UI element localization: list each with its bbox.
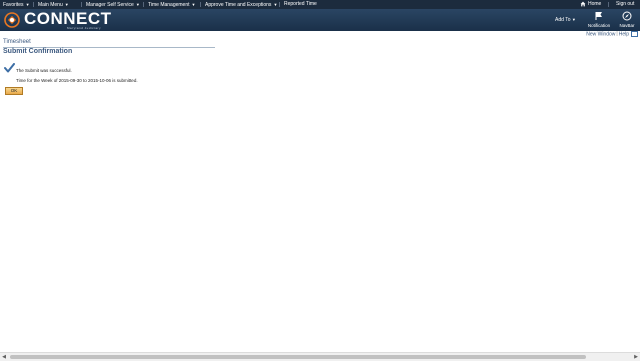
help-link[interactable]: Help	[619, 31, 629, 37]
chevron-down-icon: ▼	[191, 2, 196, 7]
submission-detail: Time for the Week of 2015-09-30 to 2015-…	[16, 78, 138, 83]
success-message: The Submit was successful.	[16, 68, 72, 73]
link-separator: |	[616, 31, 618, 38]
menu-reported-time[interactable]: Reported Time	[284, 0, 317, 9]
menu-divider	[81, 2, 82, 7]
checkmark-icon	[4, 63, 15, 73]
top-menu-bar: Favorites ▼ Main Menu ▼ Manager Self Servi…	[0, 0, 640, 9]
page-title: Timesheet	[3, 39, 31, 45]
chevron-down-icon: ▼	[273, 2, 278, 7]
utility-links: New Window|Help	[586, 31, 638, 37]
signout-link[interactable]: Sign out	[616, 0, 634, 9]
compass-icon	[622, 11, 632, 21]
notification-button[interactable]: Notification	[585, 11, 613, 28]
add-to-menu[interactable]: Add To ▼	[555, 17, 576, 23]
header-banner: CONNECT Maryland Judiciary Add To ▼ Noti…	[0, 9, 640, 31]
chevron-down-icon: ▼	[571, 17, 576, 22]
home-link[interactable]: Home	[580, 0, 601, 9]
chevron-down-icon: ▼	[64, 2, 69, 7]
new-window-link[interactable]: New Window	[586, 31, 615, 37]
ok-button[interactable]: OK	[5, 87, 23, 95]
home-icon	[580, 1, 586, 7]
chevron-down-icon: ▼	[135, 2, 140, 7]
menu-divider	[33, 2, 34, 7]
navbar-button[interactable]: NavBar	[616, 11, 638, 28]
logo-subtitle: Maryland Judiciary	[67, 26, 102, 30]
menu-divider	[143, 2, 144, 7]
scrollbar-thumb[interactable]	[10, 355, 586, 359]
flag-icon	[595, 12, 602, 20]
menu-divider	[279, 2, 280, 7]
chevron-down-icon: ▼	[25, 2, 30, 7]
menu-divider	[608, 2, 609, 7]
scroll-left-icon[interactable]: ◀	[0, 354, 8, 360]
scroll-right-icon[interactable]: ▶	[632, 354, 640, 360]
personalize-page-icon[interactable]	[631, 31, 638, 37]
logo-mark-icon	[4, 12, 20, 28]
page-subtitle: Submit Confirmation	[3, 48, 73, 55]
menu-divider	[200, 2, 201, 7]
